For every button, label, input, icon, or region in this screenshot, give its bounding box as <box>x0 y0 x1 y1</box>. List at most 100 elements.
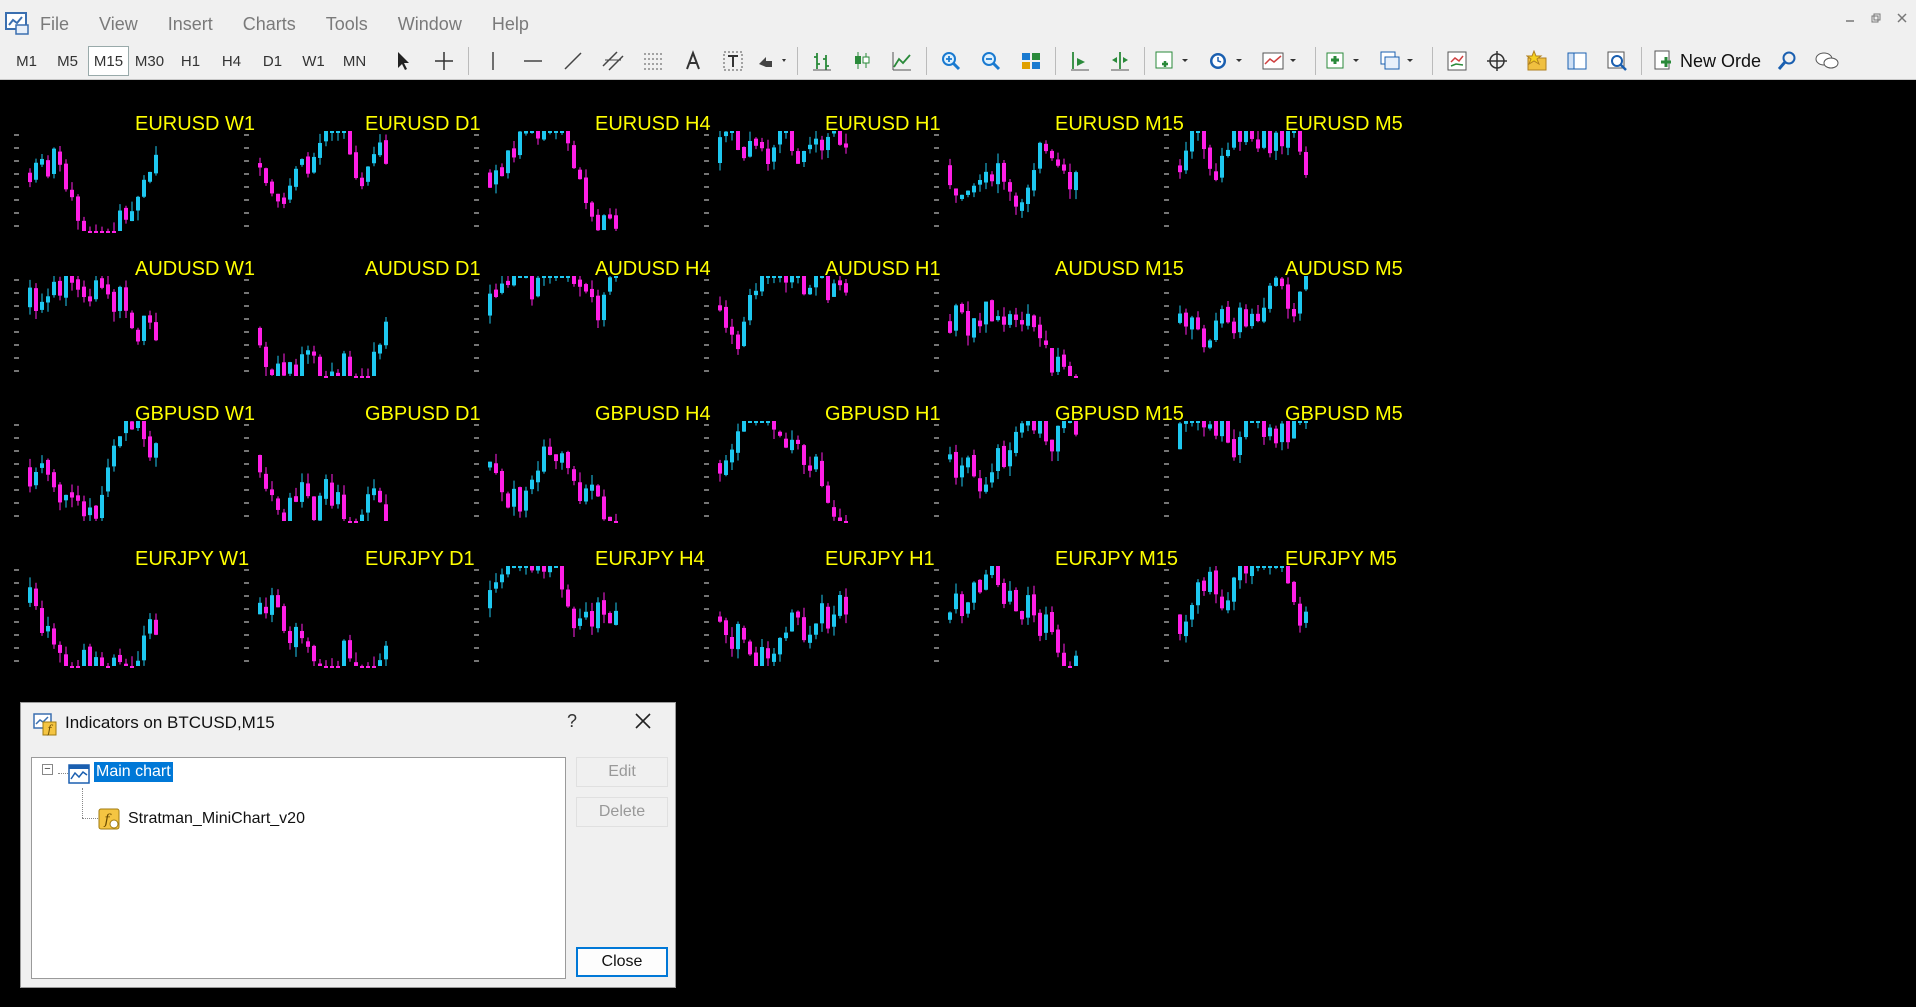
app-icon <box>5 12 29 35</box>
equidistant-channel-tool[interactable] <box>593 46 633 76</box>
horizontal-line-tool[interactable] <box>513 46 553 76</box>
tree-expander[interactable]: − <box>42 764 53 775</box>
indicators-tree[interactable]: − Main chart f Stratman_MiniChart_v20 <box>31 757 566 979</box>
vertical-line-tool[interactable] <box>473 46 513 76</box>
zoom-out-icon <box>982 52 1001 71</box>
candle-body <box>814 623 818 635</box>
close-icon[interactable] <box>631 709 655 733</box>
timeframe-w1[interactable]: W1 <box>293 46 334 76</box>
candle-body <box>960 303 964 313</box>
menu-file[interactable]: File <box>40 14 69 35</box>
candle-body <box>560 131 564 133</box>
candle-body <box>500 283 504 293</box>
menu-help[interactable]: Help <box>492 14 529 35</box>
minimize-icon[interactable] <box>1844 12 1856 24</box>
restore-icon[interactable] <box>1870 12 1882 24</box>
cursor-tool[interactable] <box>384 46 424 76</box>
bar-chart-button[interactable] <box>802 46 842 76</box>
close-window-icon[interactable] <box>1896 12 1908 24</box>
menu-view[interactable]: View <box>99 14 138 35</box>
candle-body <box>1008 314 1012 325</box>
timeframe-h4[interactable]: H4 <box>211 46 252 76</box>
candle-body <box>760 276 764 292</box>
candle-body <box>148 171 152 182</box>
tree-item-indicator[interactable]: Stratman_MiniChart_v20 <box>128 810 305 828</box>
new-chart-button[interactable] <box>1320 46 1374 76</box>
timeframe-mn[interactable]: MN <box>334 46 375 76</box>
tree-item-main-chart[interactable]: Main chart <box>94 762 173 782</box>
menu-insert[interactable]: Insert <box>168 14 213 35</box>
candle-body <box>1274 428 1278 444</box>
candle-body <box>966 190 970 195</box>
candle-body <box>560 276 564 278</box>
candle-body <box>264 473 268 489</box>
candle-body <box>736 334 740 350</box>
timeframe-d1[interactable]: D1 <box>252 46 293 76</box>
candle-body <box>1026 595 1030 618</box>
profiles-button[interactable] <box>1374 46 1428 76</box>
crosshair-tool[interactable] <box>424 46 464 76</box>
navigator-button[interactable] <box>1517 46 1557 76</box>
candle-body <box>372 351 376 376</box>
candle-body <box>306 483 310 497</box>
candle-body <box>318 495 322 521</box>
market-watch-button[interactable] <box>1437 46 1477 76</box>
search-button[interactable] <box>1767 46 1807 76</box>
zoom-out-button[interactable] <box>971 46 1011 76</box>
text-tool[interactable] <box>673 46 713 76</box>
candle-body <box>34 162 38 180</box>
menu-charts[interactable]: Charts <box>243 14 296 35</box>
tree-root-row[interactable]: − <box>42 764 53 775</box>
auto-scroll-button[interactable] <box>1100 46 1140 76</box>
terminal-button[interactable] <box>1557 46 1597 76</box>
timeframe-m1[interactable]: M1 <box>6 46 47 76</box>
edit-button[interactable]: Edit <box>576 757 668 787</box>
candle-body <box>360 514 364 521</box>
tile-windows-button[interactable] <box>1011 46 1051 76</box>
trendline-tool[interactable] <box>553 46 593 76</box>
dialog-titlebar[interactable]: f Indicators on BTCUSD,M15 ? <box>21 703 675 745</box>
candle-body <box>1020 202 1024 211</box>
candle-body <box>736 431 740 453</box>
candle-body <box>1214 171 1218 180</box>
candle-body <box>1020 611 1024 620</box>
close-button[interactable]: Close <box>576 947 668 977</box>
candle-body <box>1190 317 1194 330</box>
fibonacci-tool[interactable] <box>633 46 673 76</box>
candle-body <box>106 284 110 295</box>
indicators-button[interactable] <box>1149 46 1203 76</box>
menu-tools[interactable]: Tools <box>326 14 368 35</box>
strategy-tester-button[interactable] <box>1597 46 1637 76</box>
chat-button[interactable] <box>1807 46 1847 76</box>
help-button[interactable]: ? <box>567 711 577 732</box>
new-order-button[interactable]: New Orde <box>1652 50 1761 72</box>
candle-body <box>554 566 558 568</box>
candle-body <box>282 362 286 376</box>
delete-button[interactable]: Delete <box>576 797 668 827</box>
text-label-tool[interactable] <box>713 46 753 76</box>
candle-body <box>1238 131 1242 142</box>
zoom-in-button[interactable] <box>931 46 971 76</box>
line-chart-button[interactable] <box>882 46 922 76</box>
timeframe-m30[interactable]: M30 <box>129 46 170 76</box>
templates-button[interactable] <box>1257 46 1311 76</box>
candle-body <box>766 148 770 165</box>
candlestick-button[interactable] <box>842 46 882 76</box>
periods-button[interactable] <box>1203 46 1257 76</box>
candle-body <box>1202 131 1206 150</box>
timeframe-m5[interactable]: M5 <box>47 46 88 76</box>
chart-shift-button[interactable] <box>1060 46 1100 76</box>
candle-body <box>336 492 340 505</box>
candle-body <box>342 131 346 133</box>
candle-body <box>1032 594 1036 616</box>
candle-body <box>76 279 80 290</box>
candle-body <box>530 276 534 300</box>
timeframe-h1[interactable]: H1 <box>170 46 211 76</box>
menu-window[interactable]: Window <box>398 14 462 35</box>
timeframe-m15[interactable]: M15 <box>88 46 129 76</box>
candle-body <box>554 131 558 133</box>
arrows-tool[interactable] <box>753 46 793 76</box>
candle-body <box>136 660 140 666</box>
candle-body <box>602 215 606 231</box>
data-window-button[interactable] <box>1477 46 1517 76</box>
